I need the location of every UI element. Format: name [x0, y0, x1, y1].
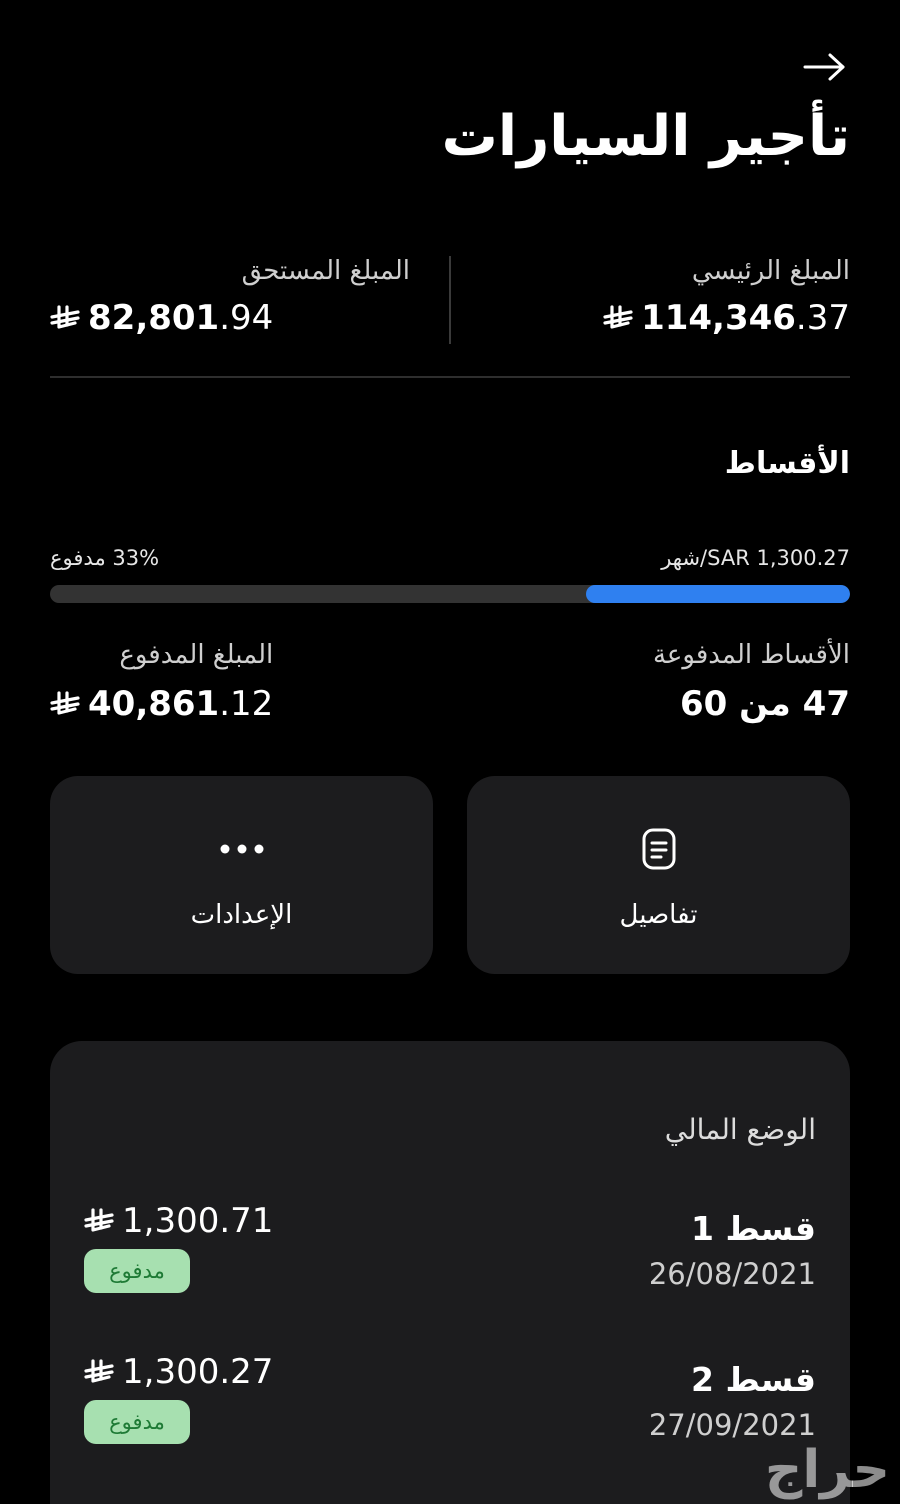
more-dots-icon — [220, 844, 263, 854]
paid-amount-value: 40,861.12 — [50, 684, 273, 724]
progress-info: SAR 1,300.27/شهر 33% مدفوع — [50, 546, 850, 576]
installments-title: الأقساط — [724, 446, 850, 481]
installment-amount: 1,300.27 — [84, 1352, 273, 1392]
due-amount-value: 82,801.94 — [50, 298, 410, 338]
installment-row[interactable]: قسط 2 27/09/2021 1,300.27 مدفوع — [84, 1352, 816, 1472]
principal-amount-label: المبلغ الرئيسي — [691, 256, 850, 286]
installment-amount-whole: 1,300 — [122, 1201, 220, 1241]
due-amount-decimal: .94 — [219, 298, 274, 338]
installment-amount-whole: 1,300 — [122, 1352, 220, 1392]
installment-date: 27/09/2021 — [648, 1408, 816, 1442]
principal-amount-value: 114,346.37 — [470, 298, 850, 338]
amounts-summary: المبلغ الرئيسي 114,346.37 المبلغ المستحق — [50, 256, 850, 346]
paid-amount-decimal: .12 — [219, 684, 274, 724]
vertical-divider — [449, 256, 451, 344]
watermark-logo: حراج — [764, 1440, 890, 1500]
paid-percent: 33% مدفوع — [50, 546, 160, 570]
status-badge: مدفوع — [84, 1249, 190, 1293]
page-title: تأجير السيارات — [441, 104, 850, 169]
settings-button[interactable]: الإعدادات — [50, 776, 433, 974]
paid-installments: الأقساط المدفوعة 47 من 60 — [653, 640, 850, 724]
paid-installments-label: الأقساط المدفوعة — [652, 640, 850, 670]
installment-amount: 1,300.71 — [84, 1201, 273, 1241]
paid-amount-whole: 40,861 — [88, 684, 220, 724]
saudi-riyal-icon — [50, 691, 80, 715]
saudi-riyal-icon — [603, 305, 633, 329]
principal-amount-whole: 114,346 — [641, 298, 796, 338]
document-icon — [642, 828, 675, 870]
monthly-amount: SAR 1,300.27/شهر — [661, 546, 850, 570]
principal-amount-decimal: .37 — [795, 298, 850, 338]
saudi-riyal-icon — [84, 1208, 114, 1232]
back-button[interactable] — [802, 44, 848, 90]
due-amount: المبلغ المستحق 82,801.94 — [50, 256, 410, 338]
financial-status-title: الوضع المالي — [664, 1113, 816, 1146]
installment-name: قسط 2 — [691, 1360, 816, 1399]
paid-amount-label: المبلغ المدفوع — [119, 640, 274, 670]
settings-label: الإعدادات — [190, 900, 293, 930]
details-label: تفاصيل — [619, 900, 698, 930]
paid-installments-value: 47 من 60 — [680, 684, 850, 724]
installment-stats: الأقساط المدفوعة 47 من 60 المبلغ المدفوع… — [50, 640, 850, 730]
installment-amount-decimal: .27 — [219, 1352, 274, 1392]
principal-amount: المبلغ الرئيسي 114,346.37 — [470, 256, 850, 338]
due-amount-label: المبلغ المستحق — [241, 256, 410, 286]
horizontal-divider — [50, 376, 850, 378]
saudi-riyal-icon — [84, 1359, 114, 1383]
progress-bar — [50, 585, 850, 603]
saudi-riyal-icon — [50, 305, 80, 329]
due-amount-whole: 82,801 — [88, 298, 220, 338]
arrow-right-icon — [803, 53, 845, 81]
status-badge: مدفوع — [84, 1400, 190, 1444]
installment-amount-decimal: .71 — [219, 1201, 274, 1241]
paid-amount: المبلغ المدفوع 40,861.12 — [50, 640, 273, 724]
installment-row[interactable]: قسط 1 26/08/2021 1,300.71 مدفوع — [84, 1201, 816, 1321]
installment-date: 26/08/2021 — [648, 1257, 816, 1291]
financial-status-card: الوضع المالي قسط 1 26/08/2021 1,300.71 م… — [50, 1041, 850, 1504]
screen: تأجير السيارات المبلغ الرئيسي 114,346.37… — [0, 0, 900, 1504]
installment-name: قسط 1 — [691, 1209, 816, 1248]
progress-bar-fill — [586, 585, 850, 603]
details-button[interactable]: تفاصيل — [467, 776, 850, 974]
